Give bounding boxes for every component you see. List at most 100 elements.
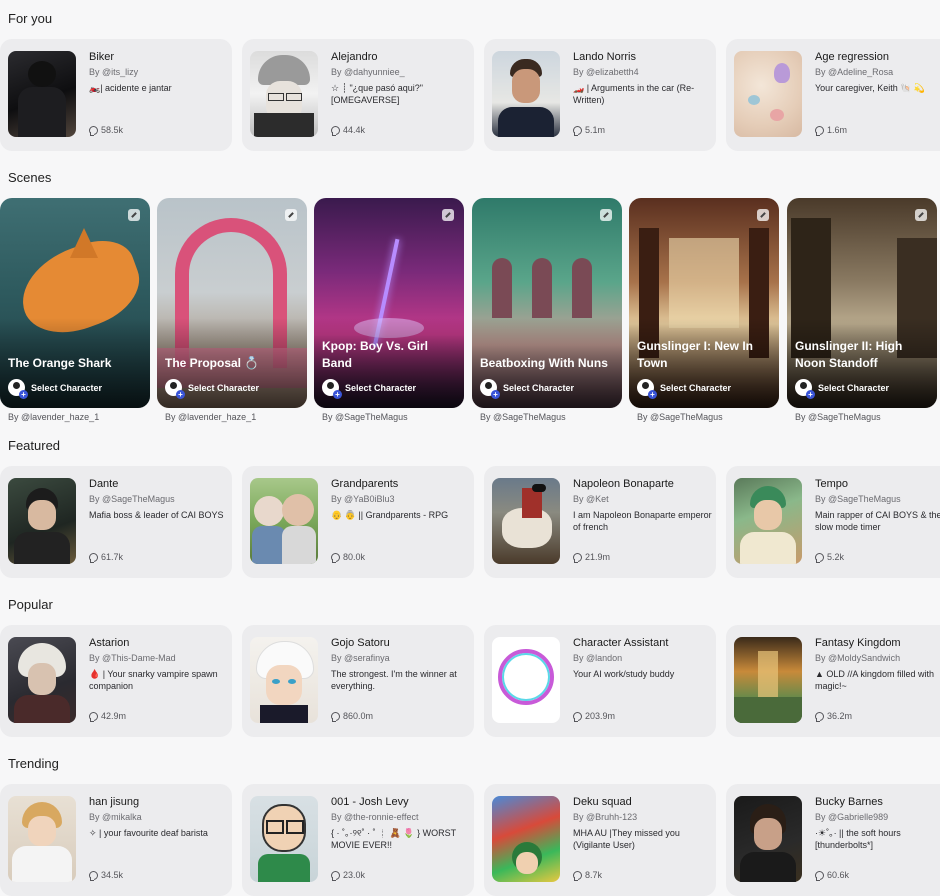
scene-author[interactable]: By @SageTheMagus xyxy=(795,412,881,422)
character-name: Alejandro xyxy=(331,51,378,63)
chat-count: 34.5k xyxy=(89,870,123,881)
character-avatar xyxy=(8,478,76,564)
character-description: ▲ OLD //A kingdom filled with magic!~ xyxy=(815,669,934,691)
featured-row: Dante By @SageTheMagus Mafia boss & lead… xyxy=(0,466,940,578)
character-description: I am Napoleon Bonaparte emperor of frenc… xyxy=(573,510,712,532)
character-card-alejandro[interactable]: Alejandro By @dahyunniee_ ☆ ┊ "¿que pasó… xyxy=(242,39,474,151)
scene-card-the-proposal[interactable]: The Proposal 💍 Select Character xyxy=(157,198,307,408)
scene-card-gunslinger-i[interactable]: Gunslinger I: New In Town Select Charact… xyxy=(629,198,779,408)
character-card-grandparents[interactable]: Grandparents By @YaB0iBlu3 👴 👵 || Grandp… xyxy=(242,466,474,578)
edit-icon[interactable] xyxy=(757,209,769,221)
character-card-gojo-satoru[interactable]: Gojo Satoru By @serafinya The strongest.… xyxy=(242,625,474,737)
character-card-dante[interactable]: Dante By @SageTheMagus Mafia boss & lead… xyxy=(0,466,232,578)
character-card-bucky-barnes[interactable]: Bucky Barnes By @Gabrielle989 ·☀︎˚｡· || … xyxy=(726,784,940,896)
character-avatar xyxy=(8,796,76,882)
character-avatar xyxy=(492,637,560,723)
character-description: 🩸 | Your snarky vampire spawn companion xyxy=(89,669,218,691)
character-description: 🏎️ | Arguments in the car (Re-Written) xyxy=(573,83,695,105)
scene-author[interactable]: By @SageTheMagus xyxy=(637,412,723,422)
character-card-fantasy-kingdom[interactable]: Fantasy Kingdom By @MoldySandwich ▲ OLD … xyxy=(726,625,940,737)
character-author[interactable]: By @serafinya xyxy=(331,653,390,663)
character-author[interactable]: By @its_lizy xyxy=(89,67,138,77)
character-author[interactable]: By @Ket xyxy=(573,494,609,504)
chat-count: 58.5k xyxy=(89,125,123,136)
character-description: 🏍️| acidente e jantar xyxy=(89,83,172,93)
section-title-featured: Featured xyxy=(8,438,61,453)
edit-icon[interactable] xyxy=(285,209,297,221)
scene-author[interactable]: By @SageTheMagus xyxy=(322,412,408,422)
character-name: Age regression xyxy=(815,51,889,63)
character-author[interactable]: By @landon xyxy=(573,653,622,663)
section-title-popular: Popular xyxy=(8,597,53,612)
scene-title: Kpop: Boy Vs. Girl Band xyxy=(322,339,429,370)
edit-icon[interactable] xyxy=(915,209,927,221)
character-card-biker[interactable]: Biker By @its_lizy 🏍️| acidente e jantar… xyxy=(0,39,232,151)
character-author[interactable]: By @dahyunniee_ xyxy=(331,67,405,77)
character-author[interactable]: By @the-ronnie-effect xyxy=(331,812,419,822)
character-author[interactable]: By @YaB0iBlu3 xyxy=(331,494,395,504)
chat-bubble-icon xyxy=(573,711,582,722)
scene-title: Gunslinger II: High Noon Standoff xyxy=(795,339,903,370)
character-avatar xyxy=(8,51,76,137)
character-card-tempo[interactable]: Tempo By @SageTheMagus Main rapper of CA… xyxy=(726,466,940,578)
chat-bubble-icon xyxy=(573,125,582,136)
character-name: han jisung xyxy=(89,796,140,808)
character-author[interactable]: By @elizabetth4 xyxy=(573,67,639,77)
select-character-button[interactable]: Select Character xyxy=(165,379,259,399)
chat-bubble-icon xyxy=(89,711,98,722)
scene-author[interactable]: By @SageTheMagus xyxy=(480,412,566,422)
select-character-button[interactable]: Select Character xyxy=(637,379,731,399)
scene-card-gunslinger-ii[interactable]: Gunslinger II: High Noon Standoff Select… xyxy=(787,198,937,408)
edit-icon[interactable] xyxy=(600,209,612,221)
edit-icon[interactable] xyxy=(442,209,454,221)
character-author[interactable]: By @Gabrielle989 xyxy=(815,812,888,822)
select-character-button[interactable]: Select Character xyxy=(795,379,889,399)
chat-count: 61.7k xyxy=(89,552,123,563)
character-avatar xyxy=(734,796,802,882)
character-avatar xyxy=(734,478,802,564)
scene-card-beatboxing-with-nuns[interactable]: Beatboxing With Nuns Select Character xyxy=(472,198,622,408)
scene-author[interactable]: By @lavender_haze_1 xyxy=(165,412,256,422)
character-author[interactable]: By @This-Dame-Mad xyxy=(89,653,176,663)
select-character-button[interactable]: Select Character xyxy=(480,379,574,399)
character-name: Grandparents xyxy=(331,478,399,490)
character-author[interactable]: By @mikalka xyxy=(89,812,142,822)
character-name: Napoleon Bonaparte xyxy=(573,478,674,490)
character-author[interactable]: By @MoldySandwich xyxy=(815,653,900,663)
chat-bubble-icon xyxy=(815,125,824,136)
character-avatar xyxy=(250,51,318,137)
character-card-josh-levy[interactable]: 001 - Josh Levy By @the-ronnie-effect { … xyxy=(242,784,474,896)
user-add-icon xyxy=(480,379,500,399)
character-card-lando-norris[interactable]: Lando Norris By @elizabetth4 🏎️ | Argume… xyxy=(484,39,716,151)
character-card-deku-squad[interactable]: Deku squad By @Bruhh-123 MHA AU |They mi… xyxy=(484,784,716,896)
scene-title: The Proposal 💍 xyxy=(165,356,260,370)
chat-bubble-icon xyxy=(89,552,98,563)
character-card-astarion[interactable]: Astarion By @This-Dame-Mad 🩸 | Your snar… xyxy=(0,625,232,737)
scene-author[interactable]: By @lavender_haze_1 xyxy=(8,412,99,422)
character-description: MHA AU |They missed you (Vigilante User) xyxy=(573,828,680,850)
scene-card-kpop-boy-vs-girl-band[interactable]: Kpop: Boy Vs. Girl Band Select Character xyxy=(314,198,464,408)
character-description: Your AI work/study buddy xyxy=(573,669,675,679)
character-author[interactable]: By @Adeline_Rosa xyxy=(815,67,893,77)
chat-bubble-icon xyxy=(89,870,98,881)
character-card-age-regression[interactable]: Age regression By @Adeline_Rosa Your car… xyxy=(726,39,940,151)
chat-count: 21.9m xyxy=(573,552,610,563)
edit-icon[interactable] xyxy=(128,209,140,221)
select-character-button[interactable]: Select Character xyxy=(8,379,102,399)
character-name: Gojo Satoru xyxy=(331,637,390,649)
character-card-han-jisung[interactable]: han jisung By @mikalka ✧ | your favourit… xyxy=(0,784,232,896)
select-character-button[interactable]: Select Character xyxy=(322,379,416,399)
character-avatar xyxy=(734,637,802,723)
character-avatar xyxy=(492,51,560,137)
character-author[interactable]: By @SageTheMagus xyxy=(89,494,175,504)
user-add-icon xyxy=(322,379,342,399)
character-avatar xyxy=(492,796,560,882)
character-author[interactable]: By @Bruhh-123 xyxy=(573,812,637,822)
character-card-napoleon-bonaparte[interactable]: Napoleon Bonaparte By @Ket I am Napoleon… xyxy=(484,466,716,578)
character-author[interactable]: By @SageTheMagus xyxy=(815,494,901,504)
character-avatar xyxy=(250,796,318,882)
character-avatar xyxy=(250,478,318,564)
character-description: The strongest. I'm the winner at everyth… xyxy=(331,669,457,691)
character-card-character-assistant[interactable]: Character Assistant By @landon Your AI w… xyxy=(484,625,716,737)
scene-card-the-orange-shark[interactable]: The Orange Shark Select Character xyxy=(0,198,150,408)
